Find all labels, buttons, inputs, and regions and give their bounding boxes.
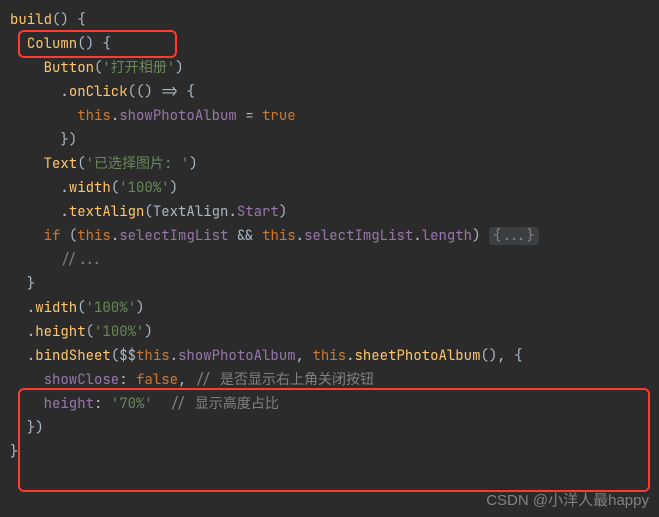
code-line: .height('100%') (10, 323, 153, 341)
code-line: .onClick(() => { (10, 83, 195, 101)
code-line: height: '70%' // 显示高度占比 (10, 395, 279, 413)
method-onclick: onClick (69, 83, 128, 101)
code-line: Column() { (10, 35, 111, 53)
code-line: .textAlign(TextAlign.Start) (10, 203, 287, 221)
code-line: .bindSheet($$this.showPhotoAlbum, this.s… (10, 347, 522, 365)
code-line: }) (10, 419, 44, 437)
method-bindsheet: bindSheet (35, 347, 111, 365)
code-line: .width('100%') (10, 299, 144, 317)
code-editor[interactable]: build() { Column() { Button('打开相册') .onC… (0, 0, 659, 464)
code-line: this.showPhotoAlbum = true (10, 107, 296, 125)
fn-column: Column (27, 35, 77, 53)
fn-text: Text (44, 155, 78, 173)
code-line: .width('100%') (10, 179, 178, 197)
code-line: build() { (10, 11, 86, 29)
code-line: Button('打开相册') (10, 59, 184, 77)
code-line: if (this.selectImgList && this.selectImg… (10, 227, 539, 245)
fn-button: Button (44, 59, 94, 77)
code-line: } (10, 275, 35, 293)
code-line: //... (10, 251, 102, 269)
code-line: showClose: false, // 是否显示右上角关闭按钮 (10, 371, 374, 389)
code-line: } (10, 443, 18, 461)
code-line: Text('已选择图片: ') (10, 155, 198, 173)
watermark-text: CSDN @小洋人最happy (486, 489, 649, 513)
code-line: }) (10, 131, 77, 149)
fold-icon[interactable]: {...} (489, 227, 539, 245)
fn-build: build (10, 11, 52, 29)
